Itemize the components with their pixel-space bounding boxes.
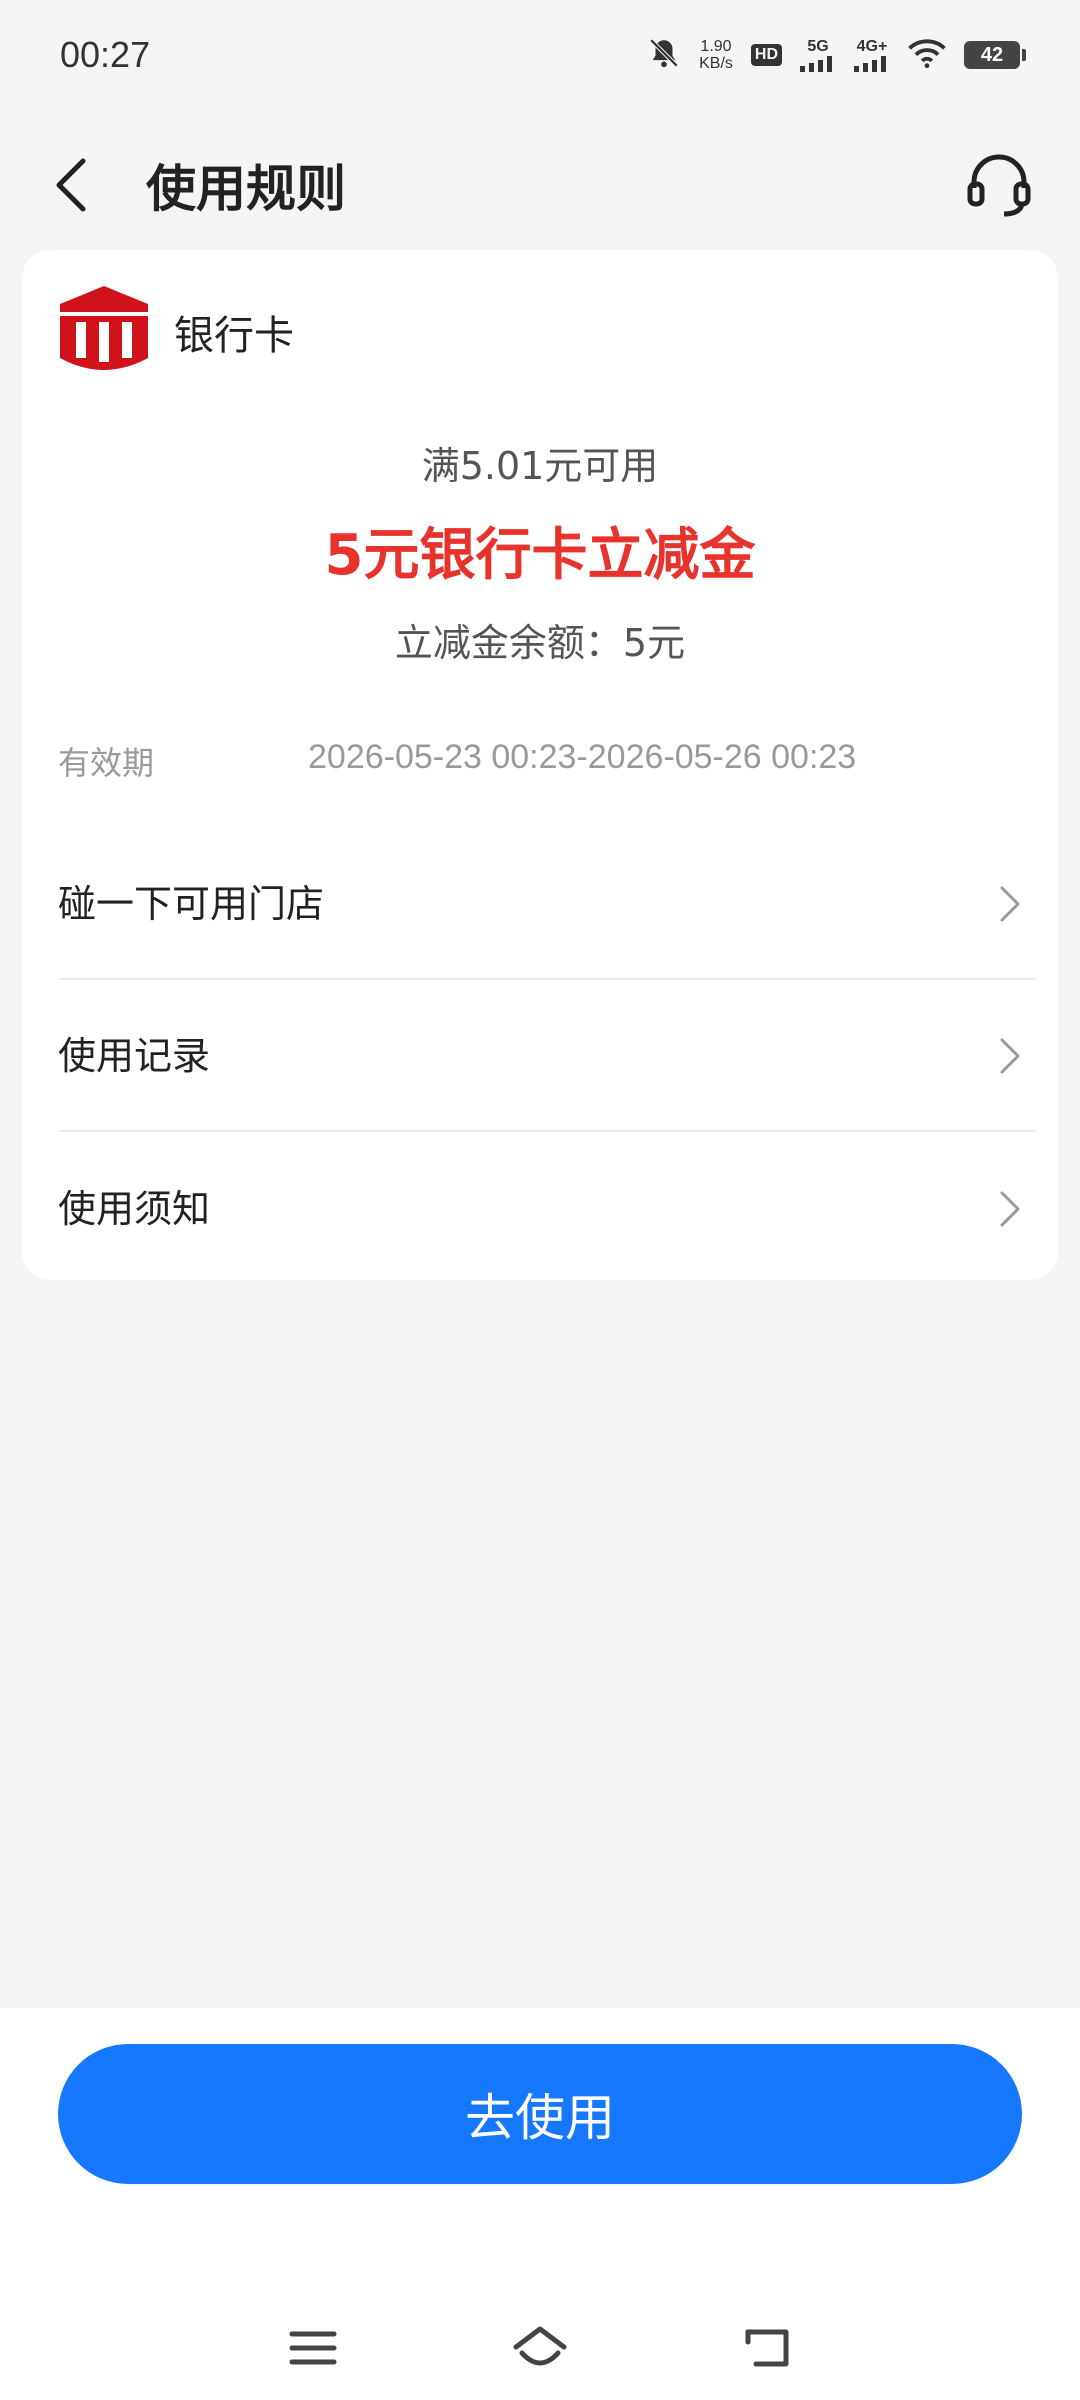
bottom-panel: 去使用 [0,2008,1080,2400]
sim1-signal: 5G [800,38,836,72]
header: 使用规则 [0,110,1080,260]
chevron-right-icon [990,1031,1030,1081]
bank-card-logo-icon [60,286,148,370]
signal-bars-icon [854,56,886,72]
coupon-balance: 立减金余额：5元 [394,621,686,665]
coupon-title: 5元银行卡立减金 [324,523,756,588]
menu-row-usage-record[interactable]: 使用记录 [58,982,1036,1132]
menu-row-available-stores[interactable]: 碰一下可用门店 [58,830,1036,980]
menu-lines-icon [289,2331,337,2365]
menu-label: 使用记录 [58,1034,211,1078]
chevron-right-icon [990,879,1030,929]
validity-label: 有效期 [58,744,155,782]
back-arrow-icon [56,158,86,212]
system-nav-bar [0,2298,1080,2398]
nav-back-button[interactable] [722,2303,812,2393]
usage-threshold: 满5.01元可用 [421,444,659,488]
nav-home-button[interactable] [495,2303,585,2393]
net-speed-value: 1.90 [700,38,732,55]
back-button[interactable] [36,140,106,230]
use-now-button[interactable]: 去使用 [58,2044,1022,2184]
mute-bell-icon [647,36,681,74]
menu-label: 使用须知 [58,1187,211,1231]
chevron-right-icon [990,1184,1030,1234]
sim2-label: 4G+ [856,38,888,55]
status-icons: 1.90 KB/s HD 5G 4G+ 42 [647,36,1026,74]
headset-icon [967,154,1031,217]
wifi-icon [908,38,946,72]
bank-name: 银行卡 [174,313,294,359]
return-icon [745,2329,789,2367]
menu-label: 碰一下可用门店 [58,882,325,926]
card-header: 银行卡 [60,286,294,378]
coupon-card: 银行卡 满5.01元可用 5元银行卡立减金 立减金余额：5元 有效期 2026-… [22,250,1058,1280]
menu-row-usage-notice[interactable]: 使用须知 [58,1134,1036,1284]
net-speed-unit: KB/s [699,55,733,72]
home-icon [513,2326,567,2366]
sim2-signal: 4G+ [854,38,890,72]
status-bar: 00:27 1.90 KB/s HD 5G 4G+ 42 [0,0,1080,110]
net-speed: 1.90 KB/s [699,38,733,72]
battery-indicator: 42 [964,41,1026,69]
signal-bars-icon [800,56,832,72]
status-time: 00:27 [60,34,151,75]
nav-menu-button[interactable] [268,2303,358,2393]
page-title: 使用规则 [146,160,346,218]
sim1-label: 5G [807,38,829,55]
customer-service-button[interactable] [954,140,1044,230]
validity-value: 2026-05-23 00:23-2026-05-26 00:23 [308,738,857,776]
hd-badge: HD [750,44,782,66]
